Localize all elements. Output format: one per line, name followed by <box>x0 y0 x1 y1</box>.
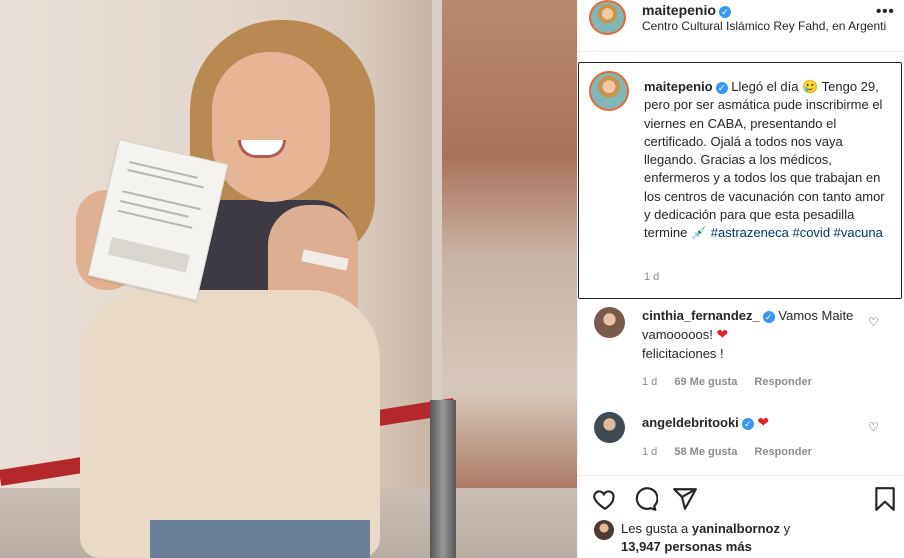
like-comment-icon[interactable]: ♡ <box>868 420 879 434</box>
hashtag-vacuna[interactable]: #vacuna <box>834 225 883 240</box>
caption-author-avatar[interactable] <box>589 71 629 111</box>
comment-item: cinthia_fernandez_ ✓ Vamos Maite vamooooo… <box>578 307 904 397</box>
comment-time[interactable]: 1 d <box>642 446 657 458</box>
likes-prefix: Les gusta a <box>621 521 689 536</box>
caption-time[interactable]: 1 d <box>644 271 659 283</box>
commenter-avatar[interactable] <box>594 412 625 443</box>
hashtag-astrazeneca[interactable]: #astrazeneca <box>711 225 789 240</box>
stone-wall <box>442 0 577 558</box>
woman-sweater <box>80 290 380 558</box>
verified-badge-icon: ✓ <box>741 418 754 430</box>
commenter-username[interactable]: cinthia_fernandez_ <box>642 308 760 323</box>
likes-text: Les gusta a yaninalbornoz y 13,947 perso… <box>621 520 821 556</box>
post-sidebar: maitepenio ✓ Centro Cultural Islámico Rey… <box>577 0 904 558</box>
commenter-avatar[interactable] <box>594 307 625 338</box>
author-avatar[interactable] <box>589 0 626 35</box>
post-location[interactable]: Centro Cultural Islámico Rey Fahd, en Ar… <box>642 19 887 33</box>
caption-text: maitepenio ✓ Llegó el día 🥲 Tengo 29, per… <box>644 78 889 243</box>
more-options-icon[interactable]: ••• <box>876 3 895 20</box>
verified-badge-icon: ✓ <box>715 82 728 94</box>
comment-item: angeldebritooki ✓ ❤ ♡ 1 d 58 Me gusta Res… <box>578 412 904 472</box>
woman-jeans <box>150 520 370 558</box>
verified-badge-icon: ✓ <box>718 6 731 18</box>
comment-text: angeldebritooki ✓ ❤ <box>642 413 862 432</box>
like-comment-icon[interactable]: ♡ <box>868 315 879 329</box>
reply-button[interactable]: Responder <box>754 376 811 388</box>
comment-text: cinthia_fernandez_ ✓ Vamos Maite vamooooo… <box>642 307 862 363</box>
bookmark-icon[interactable] <box>872 486 898 512</box>
post-photo[interactable] <box>0 0 577 558</box>
verified-badge-icon: ✓ <box>762 311 775 323</box>
likes-count[interactable]: 13,947 personas más <box>621 539 752 554</box>
red-heart-icon: ❤ <box>716 326 729 343</box>
red-heart-icon: ❤ <box>757 414 770 430</box>
caption-username[interactable]: maitepenio <box>644 79 713 94</box>
barrier-post <box>430 400 456 558</box>
comment-likes[interactable]: 58 Me gusta <box>674 446 737 458</box>
comment-body-continued: felicitaciones ! <box>642 345 724 361</box>
heart-outline-icon[interactable] <box>592 486 618 512</box>
comment-likes[interactable]: 69 Me gusta <box>674 376 737 388</box>
liker-avatar[interactable] <box>594 520 614 540</box>
paper-plane-icon[interactable] <box>672 486 698 512</box>
woman-face <box>212 52 330 202</box>
post-actions: Les gusta a yaninalbornoz y 13,947 perso… <box>578 475 904 558</box>
liker-username[interactable]: yaninalbornoz <box>692 521 780 536</box>
caption-body: Llegó el día 🥲 Tengo 29, pero por ser as… <box>644 79 885 241</box>
commenter-username[interactable]: angeldebritooki <box>642 415 739 430</box>
reply-button[interactable]: Responder <box>754 446 811 458</box>
comment-meta: 1 d 58 Me gusta Responder <box>642 446 812 458</box>
post-header: maitepenio ✓ Centro Cultural Islámico Rey… <box>578 0 904 52</box>
author-username[interactable]: maitepenio ✓ <box>642 2 731 18</box>
likes-suffix: y <box>783 521 791 536</box>
author-username-text[interactable]: maitepenio <box>642 2 716 18</box>
comment-meta: 1 d 69 Me gusta Responder <box>642 376 812 388</box>
comment-time[interactable]: 1 d <box>642 376 657 388</box>
comment-bubble-icon[interactable] <box>632 486 658 512</box>
caption-box: maitepenio ✓ Llegó el día 🥲 Tengo 29, per… <box>578 62 902 299</box>
hashtag-covid[interactable]: #covid <box>792 225 830 240</box>
